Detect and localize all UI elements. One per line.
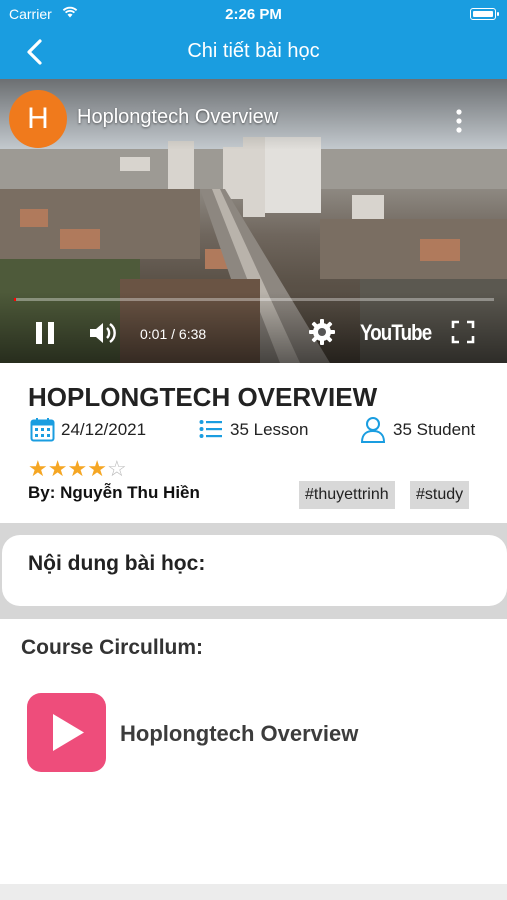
star-filled-icon: ★ [87, 456, 107, 481]
pause-icon[interactable] [32, 320, 58, 346]
star-filled-icon: ★ [67, 456, 88, 481]
youtube-logo[interactable]: YouTube [360, 320, 432, 346]
video-title[interactable]: Hoplongtech Overview [77, 106, 278, 129]
author-name: By: Nguyễn Thu Hiền [28, 483, 200, 502]
star-filled-icon: ★ [28, 456, 48, 481]
curriculum-heading: Course Circullum: [21, 636, 204, 659]
course-title: HOPLONGTECH OVERVIEW [28, 382, 378, 412]
lesson-content-heading: Nội dung bài học: [28, 552, 206, 575]
play-button[interactable] [27, 693, 106, 772]
status-time: 2:26 PM [225, 6, 282, 23]
video-time: 0:01 / 6:38 [140, 326, 207, 342]
student-count: 35 Student [393, 420, 476, 439]
fullscreen-icon[interactable] [451, 320, 475, 344]
volume-icon[interactable] [88, 320, 118, 346]
app-header: Carrier 2:26 PM Chi tiết bài học [0, 0, 507, 79]
bottom-bar [0, 884, 507, 900]
star-filled-icon: ★ [47, 456, 68, 481]
user-icon [360, 417, 386, 443]
more-options-icon[interactable] [452, 108, 466, 134]
tag-thuyettrinh[interactable]: #thuyettrinh [299, 481, 395, 509]
video-progress-fill [14, 298, 16, 301]
settings-icon[interactable] [308, 318, 336, 346]
rating-stars: ★★★★☆ [28, 457, 127, 481]
lesson-count: 35 Lesson [230, 420, 309, 439]
play-icon [53, 714, 84, 751]
video-progress-bar[interactable] [14, 298, 494, 301]
calendar-icon [30, 418, 55, 442]
battery-icon [470, 8, 499, 20]
list-item[interactable]: Hoplongtech Overview [27, 693, 487, 773]
list-icon [199, 420, 222, 438]
star-empty-icon: ☆ [106, 456, 127, 481]
channel-avatar[interactable]: H [9, 90, 67, 148]
status-bar: Carrier 2:26 PM [0, 0, 507, 28]
lesson-title[interactable]: Hoplongtech Overview [120, 721, 358, 747]
page-title: Chi tiết bài học [187, 40, 320, 62]
course-date: 24/12/2021 [61, 420, 147, 439]
tag-study[interactable]: #study [410, 481, 470, 509]
